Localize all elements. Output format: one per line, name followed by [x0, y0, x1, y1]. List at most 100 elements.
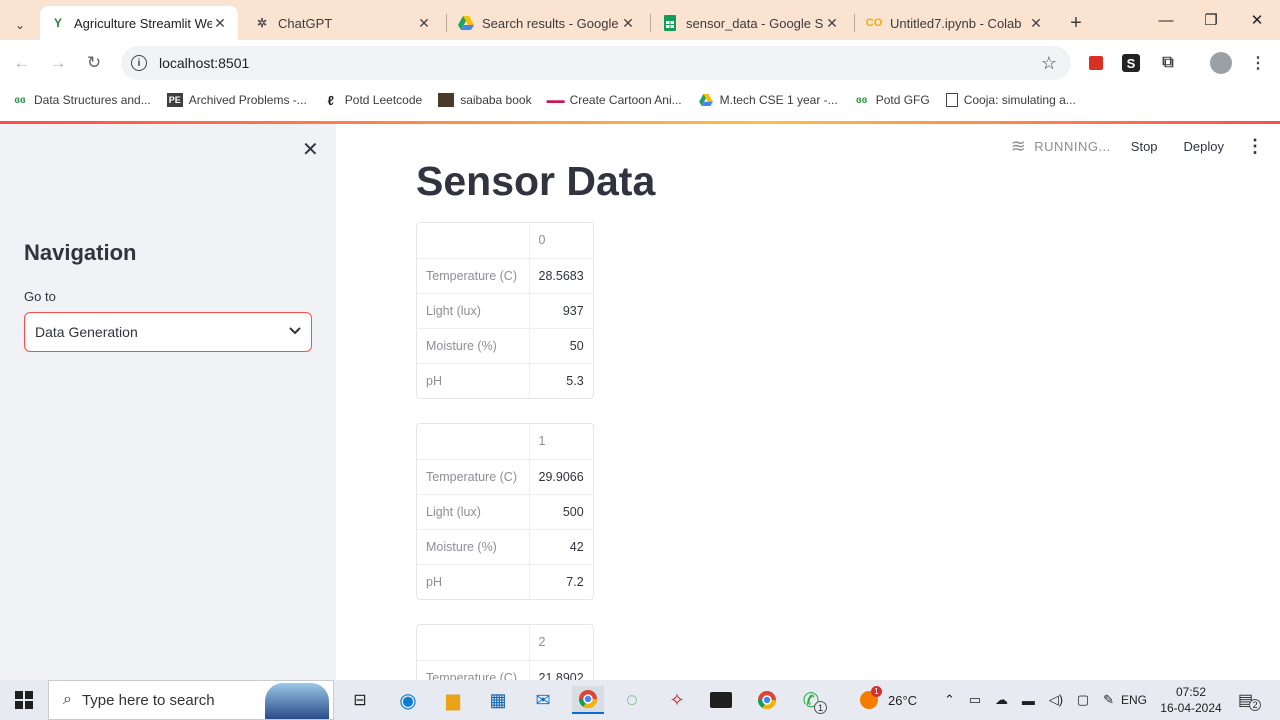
tab-title: Search results - Google D [482, 15, 620, 31]
tab-sensor-data-sheet[interactable]: sensor_data - Google She ✕ [652, 6, 850, 40]
main-content: ≋ RUNNING... Stop Deploy ⋮ Sensor Data 0… [336, 124, 1280, 680]
row-label: Temperature (C) [417, 660, 530, 680]
weather-sun-icon: 1 [860, 686, 882, 709]
bookmark-cooja[interactable]: Cooja: simulating a... [945, 93, 1076, 107]
goto-select-value: Data Generation [35, 324, 138, 340]
tab-title: ChatGPT [278, 15, 333, 31]
cell-value: 21.8902 [538, 670, 584, 680]
bookmark-potd-leetcode[interactable]: ℓ Potd Leetcode [323, 93, 423, 108]
google-sheets-icon [662, 15, 678, 31]
chatgpt-icon: ✲ [256, 16, 268, 30]
row-label: Light (lux) [417, 293, 530, 329]
bookmark-label: Archived Problems -... [188, 93, 307, 107]
pen-icon[interactable]: ✎ [1103, 692, 1114, 708]
table-row: Temperature (C) 29.9066 [417, 459, 593, 495]
deploy-button[interactable]: Deploy [1184, 139, 1224, 154]
bookmark-saibaba-book[interactable]: saibaba book [438, 93, 532, 107]
red-app-icon[interactable]: ✧ [661, 686, 693, 714]
file-explorer-icon[interactable]: ▆ [437, 686, 469, 714]
windows-taskbar: ⌕ Type here to search ⊟ ◉ ▆ ▦ ✉ ◌ ✧ ✆ 1 1… [0, 680, 1280, 720]
microsoft-store-icon[interactable]: ▦ [482, 686, 514, 714]
tab-search-dropdown-icon[interactable]: ⌄ [6, 8, 34, 42]
s-extension-icon[interactable]: S [1122, 54, 1140, 72]
onedrive-cloud-icon[interactable]: ☁ [995, 692, 1008, 708]
task-view-icon[interactable]: ⊟ [344, 686, 376, 714]
bookmark-star-icon[interactable]: ☆ [1041, 53, 1057, 74]
battery-icon[interactable]: ▬ [1022, 693, 1035, 708]
close-tab-icon[interactable]: ✕ [1028, 15, 1044, 32]
book-icon [438, 93, 455, 107]
terminal-icon[interactable] [705, 686, 737, 714]
pe-icon: PE [166, 93, 183, 107]
tab-chatgpt[interactable]: ✲ ChatGPT ✕ [244, 6, 442, 40]
index-header-cell [417, 223, 530, 259]
row-label: pH [417, 564, 530, 599]
table-row: Moisture (%) 42 [417, 529, 593, 565]
sensor-dataframe[interactable]: 0 Temperature (C) 28.5683 Light (lux) 937 … [416, 222, 594, 399]
tab-colab-notebook[interactable]: CO Untitled7.ipynb - Colab ✕ [856, 6, 1054, 40]
site-info-icon[interactable]: i [131, 55, 147, 71]
cell-value: 42 [529, 529, 593, 565]
browser-menu-icon[interactable]: ⋮ [1248, 53, 1268, 73]
chrome-profile-icon[interactable] [751, 686, 783, 714]
table-header-row: 0 [417, 223, 593, 259]
bookmark-potd-gfg[interactable]: ɞɞ Potd GFG [854, 93, 930, 107]
main-menu-icon[interactable]: ⋮ [1246, 136, 1264, 157]
address-bar[interactable]: i localhost:8501 ☆ [121, 46, 1071, 80]
language-indicator[interactable]: ENG [1121, 680, 1147, 720]
notifications-badge: 2 [1249, 699, 1262, 711]
new-tab-button[interactable]: + [1062, 6, 1090, 40]
goto-select[interactable]: Data Generation [24, 312, 312, 352]
bookmark-archived-problems[interactable]: PE Archived Problems -... [166, 93, 307, 107]
bookmark-data-structures[interactable]: ɞɞ Data Structures and... [12, 93, 150, 107]
minimize-window-button[interactable]: — [1143, 0, 1189, 40]
reload-button[interactable]: ↻ [82, 51, 106, 75]
bookmark-create-cartoon[interactable]: ▬▬ Create Cartoon Ani... [547, 93, 682, 107]
close-window-button[interactable]: ✕ [1234, 0, 1280, 40]
close-tab-icon[interactable]: ✕ [416, 15, 432, 32]
bookmark-mtech-cse[interactable]: M.tech CSE 1 year -... [698, 93, 838, 107]
browser-toolbar: ← → ↻ i localhost:8501 ☆ S ⧉ ⋮ [0, 40, 1280, 86]
close-sidebar-icon[interactable]: ✕ [302, 137, 319, 162]
close-tab-icon[interactable]: ✕ [212, 15, 228, 32]
table-row: Temperature (C) 28.5683 [417, 258, 593, 294]
chrome-icon[interactable] [572, 686, 604, 714]
tab-title: Agriculture Streamlit Wel [74, 15, 212, 31]
mail-icon[interactable]: ✉ [527, 686, 559, 714]
clock[interactable]: 07:52 16-04-2024 [1158, 680, 1224, 720]
close-tab-icon[interactable]: ✕ [824, 15, 840, 32]
address-url[interactable]: localhost:8501 [159, 55, 1041, 71]
tab-separator [446, 14, 447, 32]
red-extension-icon[interactable] [1086, 53, 1106, 73]
edge-icon[interactable]: ◉ [392, 686, 424, 714]
back-button[interactable]: ← [10, 51, 34, 75]
tab-separator [650, 14, 651, 32]
running-swimmer-icon: ≋ [1010, 135, 1027, 156]
notifications-icon[interactable]: ▤ 2 [1238, 680, 1262, 720]
tab-agriculture-streamlit[interactable]: Y Agriculture Streamlit Wel ✕ [40, 6, 238, 40]
tab-google-drive-search[interactable]: Search results - Google D ✕ [448, 6, 646, 40]
taskbar-search-box[interactable]: ⌕ Type here to search [48, 680, 334, 720]
row-label: Moisture (%) [417, 529, 530, 565]
profile-avatar[interactable] [1210, 52, 1232, 74]
search-icon: ⌕ [63, 691, 72, 708]
tray-overflow-icon[interactable]: ⌃ [944, 692, 955, 708]
sensor-dataframe[interactable]: 2 Temperature (C) 21.8902 [416, 624, 594, 680]
extensions-puzzle-icon[interactable]: ⧉ [1158, 53, 1178, 73]
sensor-dataframe[interactable]: 1 Temperature (C) 29.9066 Light (lux) 500 … [416, 423, 594, 600]
meet-now-icon[interactable]: ▭ [969, 692, 981, 708]
forward-button[interactable]: → [46, 51, 70, 75]
green-ring-app-icon[interactable]: ◌ [616, 686, 648, 714]
whatsapp-icon[interactable]: ✆ 1 [795, 686, 827, 714]
windows-start-icon[interactable] [8, 686, 40, 714]
bookmark-label: saibaba book [460, 93, 532, 107]
google-drive-icon [458, 15, 474, 31]
volume-icon[interactable]: ◁) [1049, 692, 1063, 708]
weather-widget[interactable]: 1 26°C [860, 680, 917, 720]
browser-tab-strip: ⌄ Y Agriculture Streamlit Wel ✕ ✲ ChatGP… [0, 0, 1280, 40]
stop-button[interactable]: Stop [1131, 139, 1158, 154]
bookmark-label: Potd Leetcode [344, 93, 423, 107]
restore-window-button[interactable]: ❐ [1188, 0, 1234, 40]
display-icon[interactable]: ▢ [1077, 692, 1089, 708]
close-tab-icon[interactable]: ✕ [620, 15, 636, 32]
